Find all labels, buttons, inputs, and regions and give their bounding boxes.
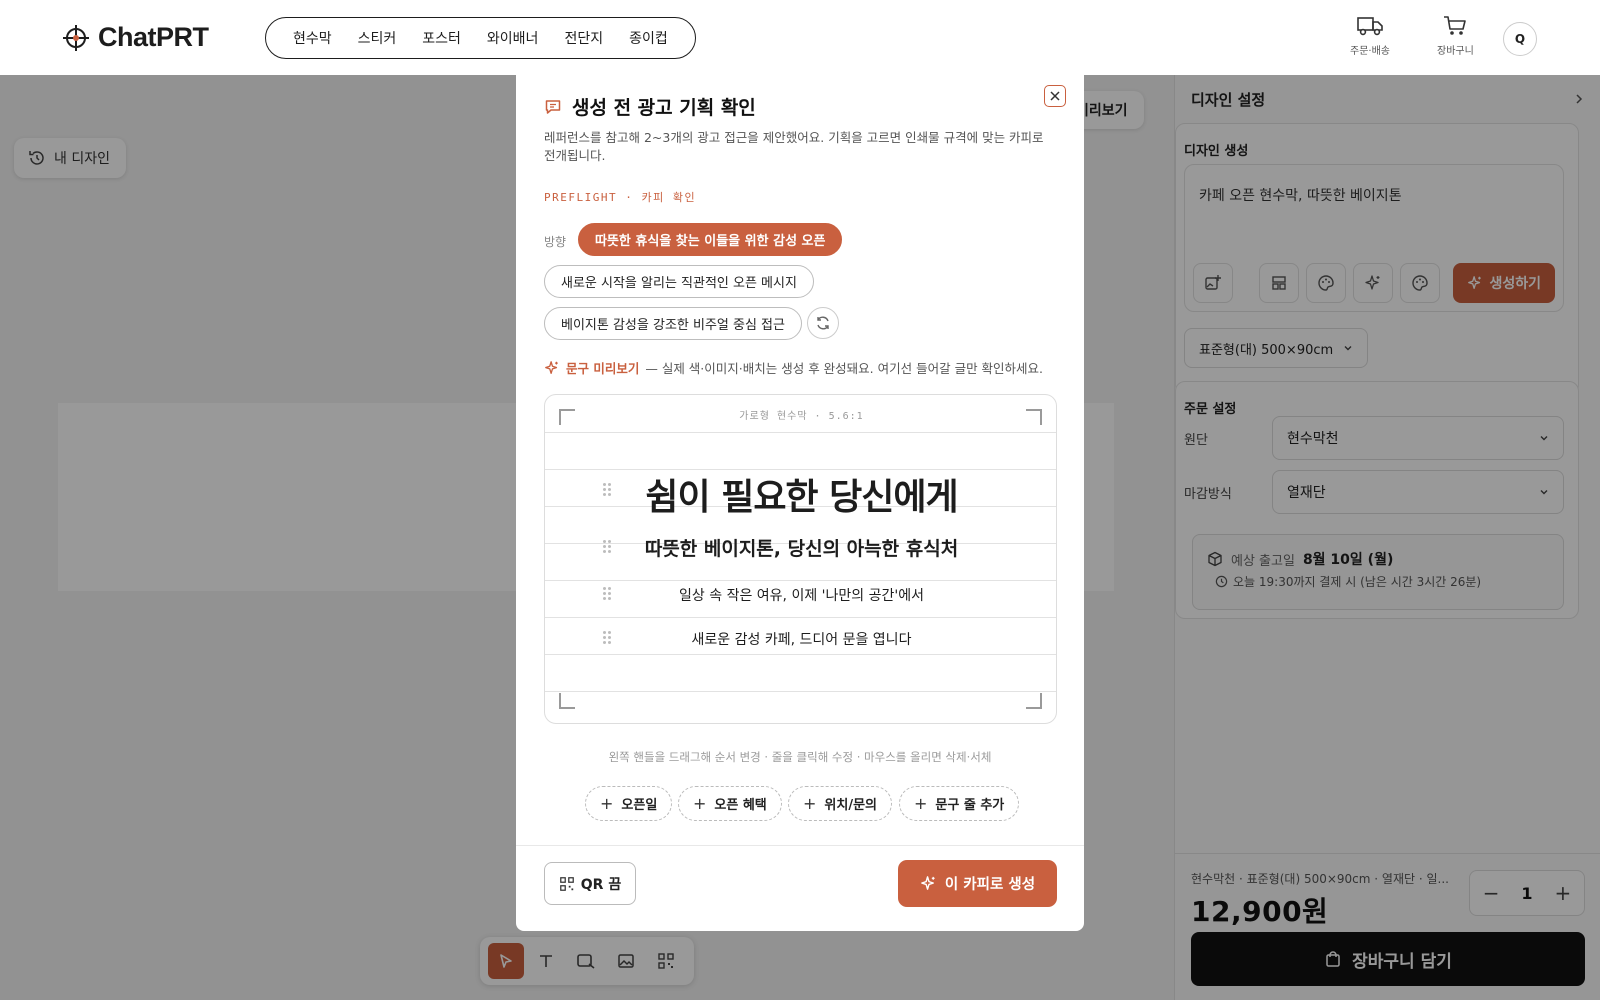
- sparkle-icon: [921, 876, 935, 890]
- category-paper-cup[interactable]: 종이컵: [616, 28, 681, 48]
- add-open-benefit-button[interactable]: + 오픈 혜택: [678, 786, 782, 821]
- preview-format-tag: 가로형 현수막 · 5.6:1: [739, 411, 864, 422]
- copy-line-body-2[interactable]: 새로운 감성 카페, 드디어 문을 엽니다: [545, 629, 1056, 649]
- add-copy-line-button[interactable]: + 문구 줄 추가: [899, 786, 1020, 821]
- preflight-label: PREFLIGHT · 카피 확인: [544, 191, 697, 204]
- add-open-benefit-label: 오픈 혜택: [714, 798, 767, 813]
- copy-line-subhead[interactable]: 따뜻한 베이지톤, 당신의 아늑한 휴식처: [545, 534, 1056, 561]
- category-poster[interactable]: 포스터: [409, 28, 474, 48]
- category-flyer[interactable]: 전단지: [551, 28, 616, 48]
- modal-title: 생성 전 광고 기획 확인: [544, 93, 756, 120]
- order-delivery-label: 주문·배송: [1350, 46, 1390, 57]
- add-copy-line-label: 문구 줄 추가: [935, 798, 1005, 813]
- generate-with-copy-button[interactable]: 이 카피로 생성: [898, 860, 1057, 907]
- copy-line-headline[interactable]: 쉼이 필요한 당신에게: [545, 468, 1056, 520]
- plus-icon: +: [600, 794, 614, 813]
- add-location-label: 위치/문의: [824, 798, 877, 813]
- copy-preview-note: — 실제 색·이미지·배치는 생성 후 완성돼요. 여기선 들어갈 글만 확인하…: [645, 361, 1044, 376]
- order-delivery-button[interactable]: 주문·배송: [1350, 14, 1390, 57]
- add-open-date-button[interactable]: + 오픈일: [585, 786, 673, 821]
- guide-line: [545, 617, 1056, 618]
- footer-divider: [516, 845, 1084, 846]
- guide-line: [545, 580, 1056, 581]
- direction-option-2[interactable]: 새로운 시작을 알리는 직관적인 오픈 메시지: [544, 265, 814, 298]
- close-button[interactable]: [1044, 85, 1066, 107]
- category-banner[interactable]: 현수막: [280, 28, 345, 48]
- category-nav: 현수막 스티커 포스터 와이배너 전단지 종이컵: [265, 17, 696, 59]
- qr-code-icon: [559, 876, 574, 891]
- direction-option-3[interactable]: 베이지톤 감성을 강조한 비주얼 중심 접근: [544, 307, 802, 340]
- add-location-button[interactable]: + 위치/문의: [788, 786, 892, 821]
- user-avatar[interactable]: Q: [1503, 22, 1537, 56]
- refresh-icon: [817, 316, 829, 330]
- guide-line: [545, 691, 1056, 692]
- modal-title-text: 생성 전 광고 기획 확인: [572, 97, 756, 119]
- add-open-date-label: 오픈일: [621, 798, 658, 813]
- cart-nav-label: 장바구니: [1437, 46, 1474, 57]
- brand-name: ChatPRT: [98, 22, 209, 52]
- guide-line: [545, 654, 1056, 655]
- crop-mark: [1026, 693, 1042, 709]
- modal-description: 레퍼런스를 참고해 2~3개의 광고 접근을 제안했어요. 기획을 고르면 인쇄…: [544, 130, 1044, 163]
- copy-preview-label: 문구 미리보기: [566, 361, 640, 376]
- ad-plan-confirm-modal: 생성 전 광고 기획 확인 레퍼런스를 참고해 2~3개의 광고 접근을 제안했…: [516, 75, 1084, 931]
- plus-icon: +: [914, 794, 928, 813]
- guide-line: [545, 432, 1056, 433]
- refresh-directions-button[interactable]: [807, 307, 839, 339]
- direction-label: 방향: [544, 235, 567, 249]
- plus-icon: +: [803, 794, 817, 813]
- copy-line-body-1[interactable]: 일상 속 작은 여유, 이제 '나만의 공간'에서: [545, 585, 1056, 605]
- qr-toggle-button[interactable]: QR 끔: [544, 862, 636, 905]
- qr-toggle-label: QR 끔: [580, 876, 622, 893]
- cart-nav-button[interactable]: 장바구니: [1437, 14, 1474, 57]
- truck-icon: [1357, 17, 1383, 36]
- top-header: ChatPRT 현수막 스티커 포스터 와이배너 전단지 종이컵 주문·배송 장…: [0, 0, 1600, 75]
- crop-mark: [1026, 409, 1042, 425]
- drag-hint: 왼쪽 핸들을 드래그해 순서 변경 · 줄을 클릭해 수정 · 마우스를 올리면…: [608, 750, 992, 764]
- direction-option-1[interactable]: 따뜻한 휴식을 찾는 이들을 위한 감성 오픈: [578, 223, 843, 256]
- copy-preview-hint: 문구 미리보기 — 실제 색·이미지·배치는 생성 후 완성돼요. 여기선 들어…: [544, 358, 1043, 377]
- crop-mark: [559, 693, 575, 709]
- cart-icon: [1444, 16, 1467, 35]
- generate-with-copy-label: 이 카피로 생성: [944, 877, 1036, 893]
- plus-icon: +: [693, 794, 707, 813]
- category-sticker[interactable]: 스티커: [345, 28, 410, 48]
- crosshair-logo-icon: [63, 24, 89, 51]
- brand-logo[interactable]: ChatPRT: [62, 22, 209, 53]
- sparkle-icon: [545, 360, 558, 374]
- copy-preview-card: 가로형 현수막 · 5.6:1 쉼이 필요한 당신에게 따뜻한 베이지톤, 당신…: [544, 394, 1057, 724]
- crop-mark: [559, 409, 575, 425]
- category-y-banner[interactable]: 와이배너: [474, 28, 552, 48]
- close-icon: [1050, 91, 1060, 101]
- chat-bubble-icon: [545, 99, 561, 114]
